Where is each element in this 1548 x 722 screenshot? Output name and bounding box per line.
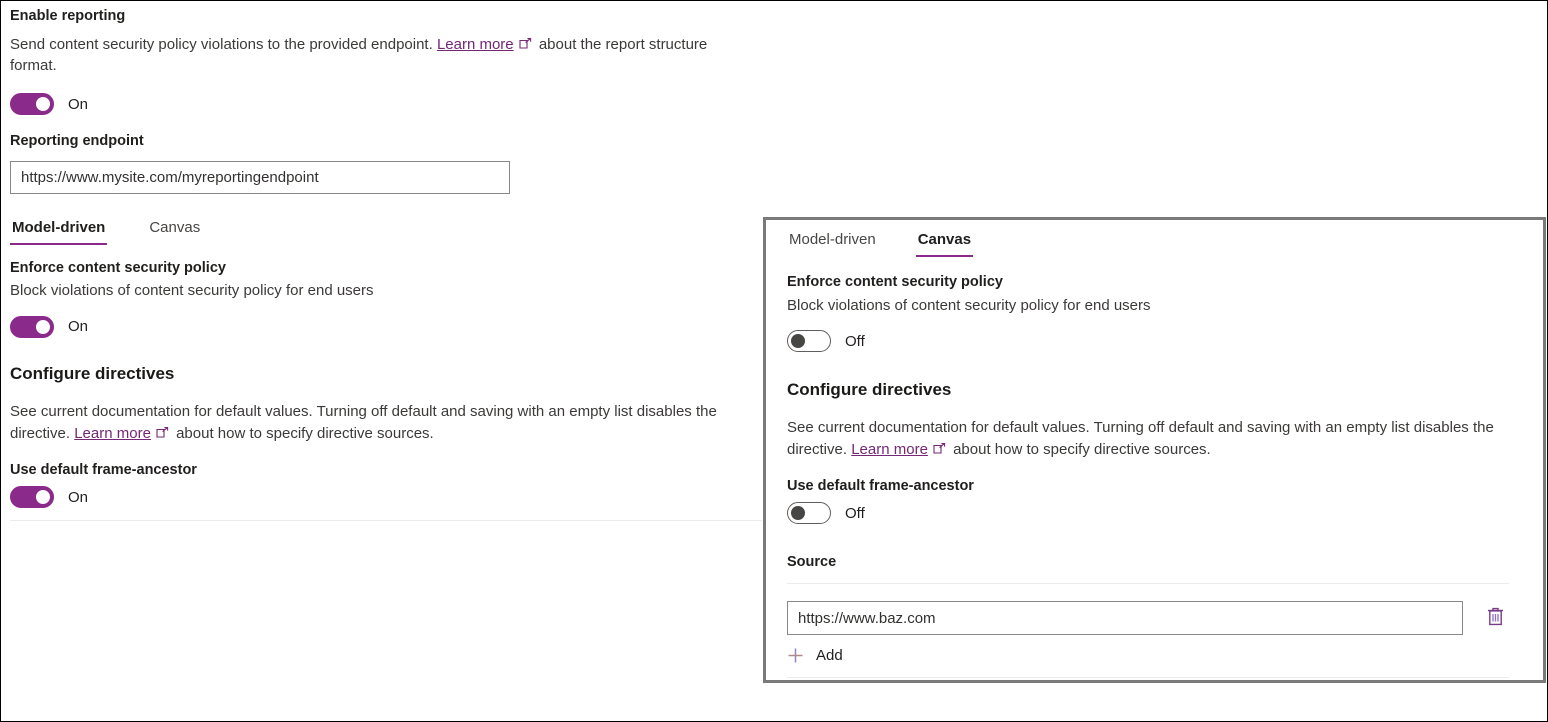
external-link-icon xyxy=(156,427,169,439)
plus-icon xyxy=(787,647,804,664)
frame-ancestor-toggle-row[interactable]: Off xyxy=(787,502,1533,524)
configure-directives-heading: Configure directives xyxy=(10,363,762,385)
toggle-knob xyxy=(36,490,50,504)
toggle-knob xyxy=(791,506,805,520)
frame-ancestor-toggle[interactable] xyxy=(787,502,831,524)
reporting-endpoint-label: Reporting endpoint xyxy=(10,132,762,152)
enable-reporting-toggle-row[interactable]: On xyxy=(10,93,762,115)
use-default-frame-ancestor-label: Use default frame-ancestor xyxy=(787,477,1533,497)
enable-reporting-description: Send content security policy violations … xyxy=(10,34,754,78)
frame-ancestor-toggle-row[interactable]: On xyxy=(10,486,762,508)
frame-ancestor-toggle-state: On xyxy=(68,490,88,505)
frame-ancestor-toggle-state: Off xyxy=(845,506,865,521)
enforce-csp-label: Enforce content security policy xyxy=(787,273,1533,293)
configure-directives-heading: Configure directives xyxy=(787,379,1533,401)
left-pane-divider xyxy=(10,520,762,521)
configure-directives-description: See current documentation for default va… xyxy=(10,401,760,445)
enable-reporting-learn-more-link[interactable]: Learn more xyxy=(437,36,514,53)
delete-source-button[interactable] xyxy=(1483,605,1507,631)
screenshot-root: Enable reporting Send content security p… xyxy=(0,0,1548,722)
right-pane-tablist: Model-driven Canvas xyxy=(787,231,1533,257)
toggle-knob xyxy=(36,97,50,111)
left-settings-pane: Enable reporting Send content security p… xyxy=(10,7,762,521)
source-bottom-divider xyxy=(787,677,1509,678)
configure-directives-learn-more-link[interactable]: Learn more xyxy=(74,425,151,442)
tab-model-driven[interactable]: Model-driven xyxy=(787,231,878,257)
source-row xyxy=(787,601,1533,635)
configure-directives-description: See current documentation for default va… xyxy=(787,417,1535,461)
enforce-csp-toggle[interactable] xyxy=(787,330,831,352)
left-pane-tablist: Model-driven Canvas xyxy=(10,219,762,245)
source-input[interactable] xyxy=(787,601,1463,635)
enforce-csp-toggle-state: Off xyxy=(845,334,865,349)
source-header-divider xyxy=(787,583,1509,584)
enforce-csp-toggle-row[interactable]: Off xyxy=(787,330,1533,352)
reporting-endpoint-input[interactable] xyxy=(10,161,510,194)
enforce-csp-description: Block violations of content security pol… xyxy=(10,280,762,302)
configure-directives-description-part2: about how to specify directive sources. xyxy=(949,441,1211,458)
enforce-csp-label: Enforce content security policy xyxy=(10,259,762,279)
external-link-icon xyxy=(519,38,532,50)
source-column-header: Source xyxy=(787,554,1533,570)
canvas-tab-callout-panel: Model-driven Canvas Enforce content secu… xyxy=(763,217,1546,683)
enable-reporting-toggle-state: On xyxy=(68,97,88,112)
add-source-label: Add xyxy=(816,647,843,664)
enforce-csp-toggle[interactable] xyxy=(10,316,54,338)
configure-directives-description-part2: about how to specify directive sources. xyxy=(172,425,434,442)
configure-directives-learn-more-link[interactable]: Learn more xyxy=(851,441,928,458)
use-default-frame-ancestor-label: Use default frame-ancestor xyxy=(10,461,762,481)
enforce-csp-toggle-row[interactable]: On xyxy=(10,316,762,338)
toggle-knob xyxy=(791,334,805,348)
external-link-icon xyxy=(933,443,946,455)
canvas-panel-content: Model-driven Canvas Enforce content secu… xyxy=(787,231,1533,678)
enforce-csp-toggle-state: On xyxy=(68,319,88,334)
trash-icon xyxy=(1486,606,1505,630)
enforce-csp-description: Block violations of content security pol… xyxy=(787,295,1533,317)
add-source-button[interactable]: Add xyxy=(787,647,877,664)
tab-canvas[interactable]: Canvas xyxy=(147,219,202,245)
tab-canvas[interactable]: Canvas xyxy=(916,231,973,257)
frame-ancestor-toggle[interactable] xyxy=(10,486,54,508)
enable-reporting-label: Enable reporting xyxy=(10,7,762,27)
enable-reporting-toggle[interactable] xyxy=(10,93,54,115)
enable-reporting-description-part1: Send content security policy violations … xyxy=(10,36,437,53)
toggle-knob xyxy=(36,320,50,334)
tab-model-driven[interactable]: Model-driven xyxy=(10,219,107,245)
